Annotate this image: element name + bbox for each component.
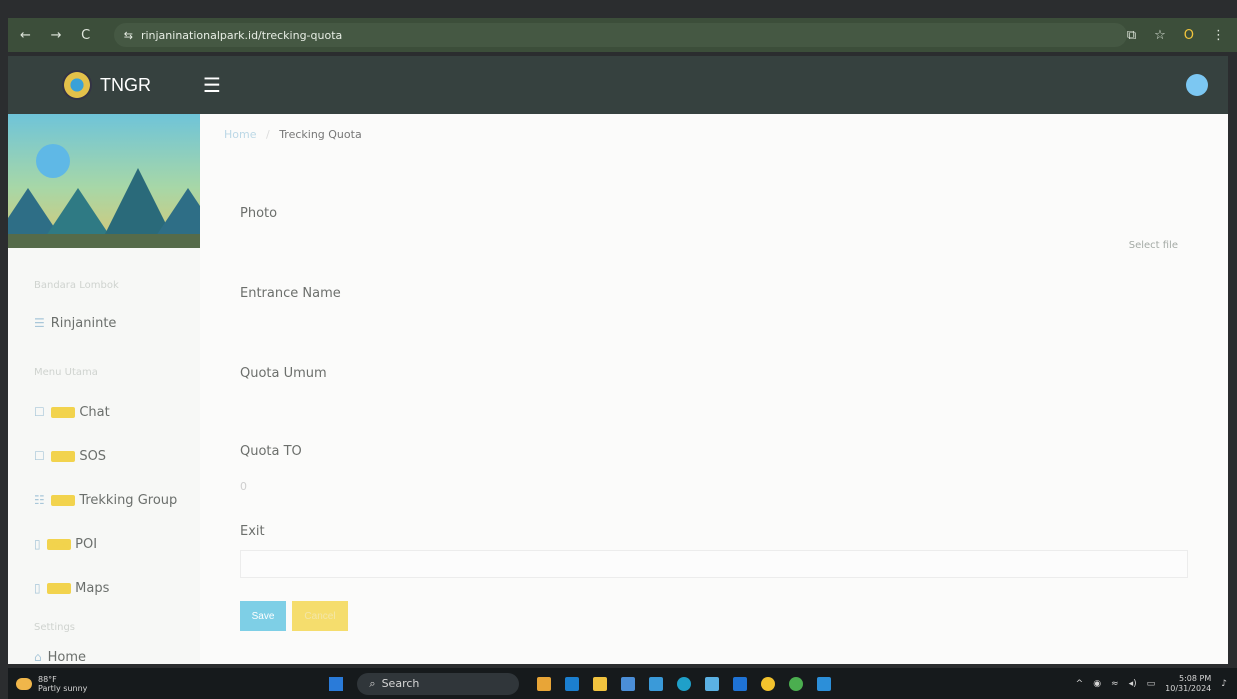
sidebar-section-label: Settings: [34, 622, 76, 633]
chat-icon: ☐: [34, 405, 45, 419]
battery-icon[interactable]: ▭: [1147, 679, 1156, 689]
profile-avatar: [36, 144, 70, 178]
search-icon: ⌕: [369, 676, 376, 690]
map-icon: ▯: [34, 581, 41, 595]
translate-icon[interactable]: ⧉: [1127, 28, 1136, 43]
brand-name: TNGR: [100, 74, 151, 95]
site-settings-icon[interactable]: ⇆: [124, 29, 133, 42]
new-badge: new: [50, 450, 76, 462]
sidebar-item-poi[interactable]: ▯ new POI: [34, 532, 200, 556]
app-icon[interactable]: [621, 676, 636, 691]
quota-to-label: Quota TO: [240, 444, 302, 459]
weather-icon: [16, 677, 32, 690]
main-content: Home / Trecking Quota Photo Select file …: [200, 114, 1228, 664]
new-badge: new: [50, 494, 76, 506]
sidebar: Bandara Lombok ☰ Rinjaninte Menu Utama ☐…: [8, 114, 200, 665]
breadcrumb-home-link[interactable]: Home: [224, 128, 256, 141]
breadcrumb: Home / Trecking Quota: [224, 128, 1228, 141]
wifi-icon[interactable]: ≈: [1111, 679, 1119, 689]
map-pin-icon: ▯: [34, 537, 41, 551]
tngr-logo: [62, 70, 92, 100]
chevron-up-icon[interactable]: ^: [1076, 679, 1084, 689]
breadcrumb-current: Trecking Quota: [279, 128, 362, 141]
entrance-name-label: Entrance Name: [240, 286, 341, 301]
windows-taskbar: 88°F Partly sunny ⌕ Search ^ ◉ ≈ ◂) ▭ 5:…: [8, 668, 1237, 699]
new-badge: new: [46, 538, 72, 550]
time: 5:08 PM: [1179, 673, 1212, 683]
sidebar-item-label: Home: [47, 649, 87, 665]
network-icon[interactable]: ◉: [1093, 679, 1101, 689]
sidebar-item-label: Chat: [79, 404, 110, 420]
app-icon[interactable]: [649, 676, 664, 691]
sidebar-profile-banner: [8, 114, 200, 248]
sidebar-item-trekking-group[interactable]: ☷ new Trekking Group: [34, 488, 200, 512]
clock[interactable]: 5:08 PM 10/31/2024: [1165, 674, 1211, 694]
exit-input[interactable]: [240, 550, 1188, 578]
app-icon[interactable]: [817, 676, 832, 691]
forward-icon[interactable]: →: [51, 28, 70, 43]
taskbar-apps: [537, 676, 832, 691]
sidebar-item-sos[interactable]: ☐ new SOS: [34, 444, 200, 468]
quota-umum-label: Quota Umum: [240, 366, 327, 381]
file-explorer-icon[interactable]: [593, 676, 608, 691]
app-icon[interactable]: [537, 676, 552, 691]
exit-label: Exit: [240, 524, 265, 539]
app-header: TNGR ☰: [8, 56, 1228, 114]
sidebar-item-chat[interactable]: ☐ new Chat: [34, 400, 200, 424]
sidebar-item-label: POI: [75, 536, 98, 552]
app-icon[interactable]: [761, 676, 776, 691]
list-icon: ☰: [34, 316, 45, 330]
search-label: Search: [381, 677, 420, 690]
volume-icon[interactable]: ◂): [1129, 679, 1137, 689]
profile-icon[interactable]: O: [1184, 28, 1194, 43]
home-icon: ⌂: [34, 650, 42, 664]
windows-start-icon[interactable]: [329, 676, 344, 691]
user-avatar-icon[interactable]: [1186, 74, 1208, 96]
sidebar-item-home[interactable]: ⌂ Home: [34, 645, 200, 669]
chrome-icon[interactable]: [789, 676, 804, 691]
date: 10/31/2024: [1165, 683, 1212, 693]
hamburger-menu-icon[interactable]: ☰: [203, 73, 221, 97]
url-text: rinjaninationalpark.id/trecking-quota: [140, 28, 343, 42]
sidebar-item-rinjaninte[interactable]: ☰ Rinjaninte: [34, 311, 200, 335]
photo-label: Photo: [240, 206, 278, 221]
save-button[interactable]: Save: [240, 601, 286, 631]
group-icon: ☷: [34, 493, 45, 507]
cancel-button[interactable]: Cancel: [292, 601, 348, 631]
browser-menu-icon[interactable]: ⋮: [1212, 28, 1225, 43]
new-badge: new: [50, 406, 76, 418]
new-badge: new: [46, 582, 72, 594]
notification-bell-icon[interactable]: ♪: [1221, 679, 1227, 689]
sidebar-section-label: Bandara Lombok: [34, 280, 119, 291]
edge-icon[interactable]: [677, 676, 692, 691]
system-tray: ^ ◉ ≈ ◂) ▭ 5:08 PM 10/31/2024 ♪: [1076, 674, 1227, 694]
sidebar-section-label: Menu Utama: [34, 367, 98, 378]
weather-widget[interactable]: 88°F Partly sunny: [16, 675, 87, 693]
reload-icon[interactable]: C: [81, 28, 100, 43]
address-bar[interactable]: ⇆ rinjaninationalpark.id/trecking-quota: [113, 23, 1127, 47]
select-file-button[interactable]: Select file: [1129, 240, 1178, 251]
app-icon[interactable]: [705, 676, 720, 691]
breadcrumb-separator: /: [265, 128, 270, 141]
taskbar-search[interactable]: ⌕ Search: [357, 672, 520, 695]
sidebar-item-label: SOS: [79, 448, 107, 464]
sidebar-item-maps[interactable]: ▯ new Maps: [34, 576, 200, 600]
weather-temp: 88°F: [38, 674, 57, 684]
sos-icon: ☐: [34, 449, 45, 463]
quota-to-input[interactable]: 0: [240, 480, 247, 493]
bookmark-star-icon[interactable]: ☆: [1154, 28, 1166, 43]
app-icon[interactable]: [733, 676, 748, 691]
app-icon[interactable]: [565, 676, 580, 691]
sidebar-item-label: Trekking Group: [79, 492, 178, 508]
weather-desc: Partly sunny: [38, 683, 88, 693]
sidebar-item-label: Maps: [75, 580, 110, 596]
sidebar-item-label: Rinjaninte: [50, 315, 117, 331]
browser-toolbar: ← → C ⇆ rinjaninationalpark.id/trecking-…: [8, 18, 1237, 52]
back-icon[interactable]: ←: [20, 28, 39, 43]
